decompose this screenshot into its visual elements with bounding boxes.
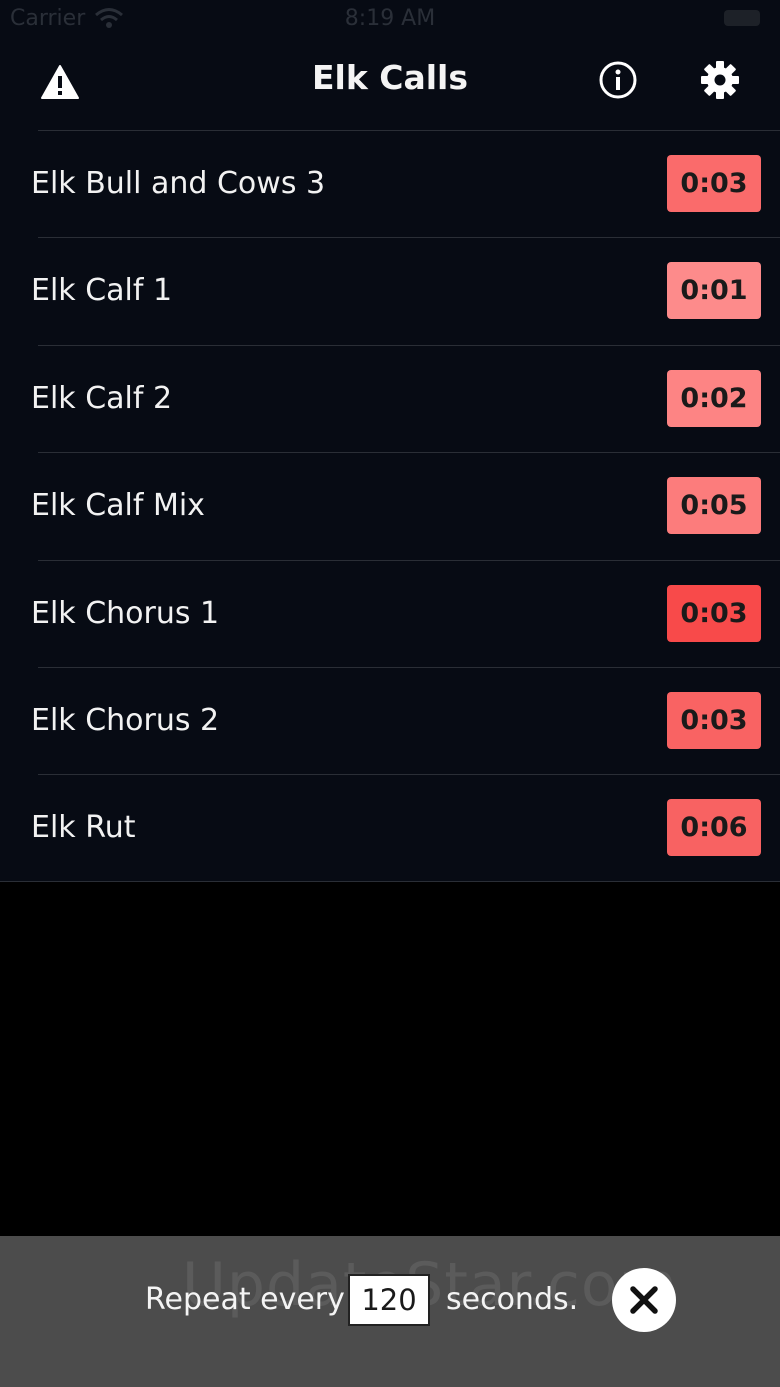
- call-name: Elk Bull and Cows 3: [31, 166, 326, 201]
- duration-badge[interactable]: 0:03: [667, 691, 761, 749]
- row-divider: [38, 774, 780, 776]
- repeat-prefix-label: Repeat every: [145, 1282, 345, 1317]
- call-name: Elk Calf 1: [31, 273, 173, 309]
- list-item[interactable]: Elk Rut 0:06: [0, 774, 780, 881]
- repeat-suffix-label: seconds.: [446, 1282, 579, 1317]
- repeat-bar: UpdateStar.com Repeat every seconds.: [0, 1236, 780, 1387]
- duration-badge[interactable]: 0:03: [667, 584, 761, 642]
- call-name: Elk Chorus 1: [31, 595, 220, 631]
- screen: Carrier 8:19 AM Elk Calls Elk Bull and C…: [0, 0, 780, 1387]
- close-button[interactable]: [612, 1268, 676, 1332]
- duration-badge[interactable]: 0:02: [667, 369, 761, 427]
- page-title: Elk Calls: [311, 58, 469, 97]
- list-item[interactable]: Elk Calf 1 0:01: [0, 237, 780, 344]
- list-item[interactable]: Elk Bull and Cows 3 0:03: [0, 130, 780, 237]
- clock-label: 8:19 AM: [344, 6, 436, 31]
- list-item[interactable]: Elk Calf Mix 0:05: [0, 452, 780, 559]
- list-item[interactable]: Elk Chorus 1 0:03: [0, 559, 780, 667]
- call-name: Elk Calf 2: [31, 380, 173, 416]
- call-name: Elk Chorus 2: [31, 702, 220, 738]
- info-button[interactable]: [596, 58, 640, 102]
- list-item[interactable]: Elk Chorus 2 0:03: [0, 666, 780, 774]
- repeat-seconds-input[interactable]: [348, 1274, 430, 1326]
- gear-icon: [701, 61, 739, 99]
- duration-badge[interactable]: 0:01: [667, 262, 761, 320]
- battery-icon: [724, 10, 760, 26]
- navigation-bar: Elk Calls: [0, 40, 780, 130]
- settings-button[interactable]: [698, 58, 742, 102]
- duration-badge[interactable]: 0:05: [667, 477, 761, 535]
- duration-badge[interactable]: 0:03: [667, 155, 761, 212]
- list-item[interactable]: Elk Calf 2 0:02: [0, 344, 780, 452]
- info-icon: [599, 61, 637, 99]
- call-name: Elk Calf Mix: [31, 488, 205, 524]
- call-name: Elk Rut: [31, 810, 136, 846]
- calls-list: Elk Bull and Cows 3 0:03 Elk Calf 1 0:01…: [0, 130, 780, 882]
- list-bottom-divider: [0, 881, 780, 882]
- duration-badge[interactable]: 0:06: [667, 799, 761, 857]
- close-icon: [630, 1286, 658, 1314]
- status-bar: Carrier 8:19 AM: [0, 0, 780, 40]
